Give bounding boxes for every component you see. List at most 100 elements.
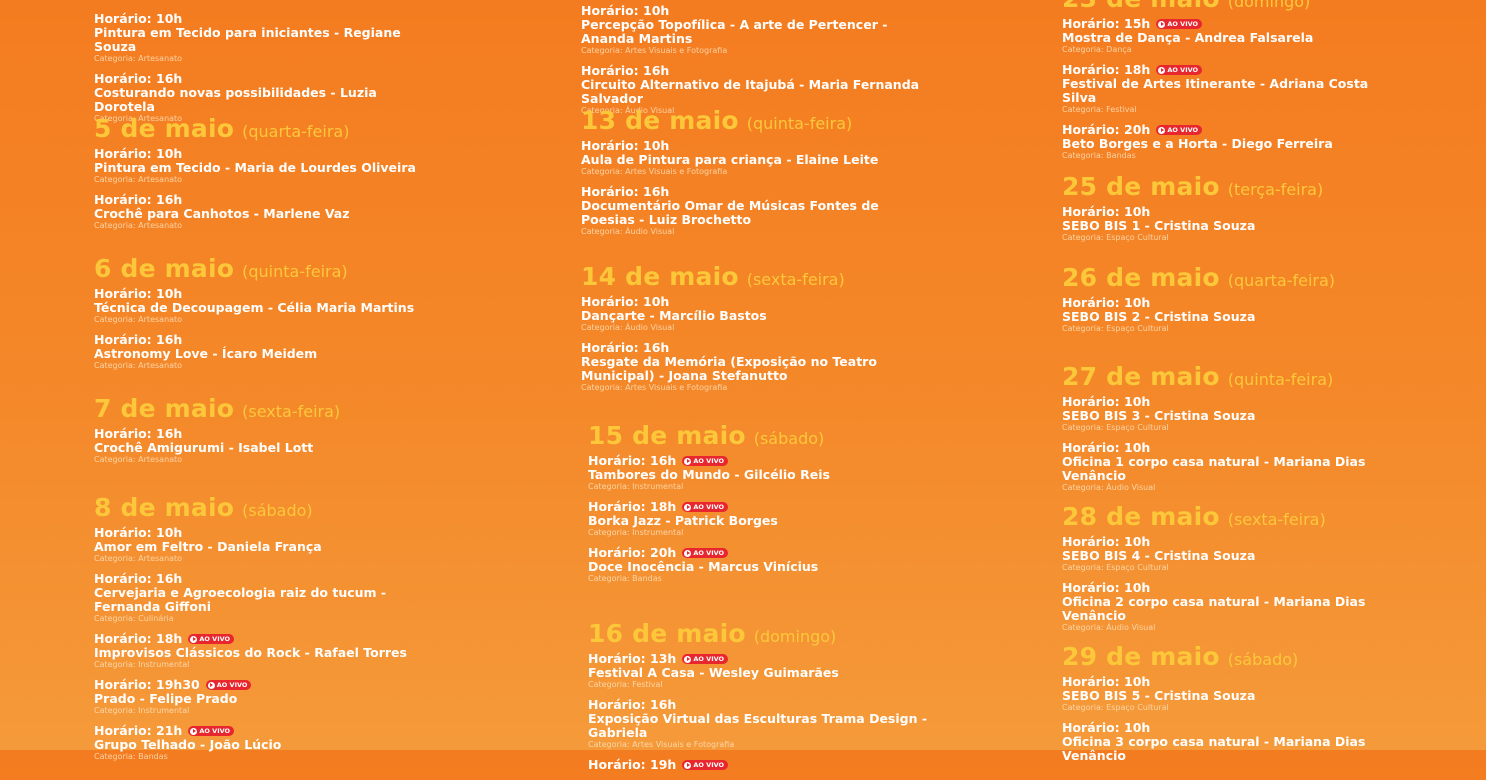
event-category: Categoria: Espaço Cultural [1062, 703, 1169, 712]
event-time: Horário: 18h AO VIVO [1062, 63, 1402, 77]
event-title: Circuito Alternativo de Itajubá - Maria … [581, 77, 920, 106]
day-section: 28 de maio (sexta-feira) Horário: 10h SEBO … [1062, 502, 1402, 641]
event-time-text: Horário: 10h [581, 3, 670, 18]
day-date: 27 de maio [1062, 362, 1220, 391]
day-section: 25 de maio (terça-feira) Horário: 10h SEBO … [1062, 172, 1323, 251]
day-date: 8 de maio [94, 493, 235, 522]
event-time: Horário: 10h [581, 139, 921, 153]
event-item: Horário: 10h Dançarte - Marcílio Bastos Ca… [581, 295, 921, 333]
day-heading: 27 de maio (quinta-feira) [1062, 362, 1402, 391]
event-time: Horário: 10h [581, 4, 921, 18]
day-heading: 7 de maio (sexta-feira) [94, 394, 340, 423]
live-badge: AO VIVO [682, 502, 729, 512]
event-time: Horário: 10h [94, 147, 416, 161]
day-date: 26 de maio [1062, 263, 1220, 292]
event-time: Horário: 16h [94, 427, 340, 441]
event-time-text: Horário: 16h [94, 426, 183, 441]
event-title: Prado - Felipe Prado [94, 691, 238, 706]
play-icon [190, 635, 198, 643]
play-icon [684, 549, 692, 557]
event-time-text: Horário: 21h [94, 723, 183, 738]
event-time: Horário: 16h [588, 698, 928, 712]
event-category: Categoria: Artes Visuais e Fotografia [581, 167, 728, 176]
live-badge-label: AO VIVO [693, 503, 725, 511]
day-section: 15 de maio (sábado) Horário: 16h AO VIVO Tam… [588, 421, 830, 592]
event-time-text: Horário: 16h [588, 453, 677, 468]
event-time-text: Horário: 10h [1062, 394, 1151, 409]
day-weekday: (sábado) [242, 501, 313, 520]
day-date: 29 de maio [1062, 642, 1220, 671]
event-time-text: Horário: 10h [1062, 720, 1151, 735]
event-item: Horário: 10h Pintura em Tecido para inici… [94, 12, 434, 64]
event-category: Categoria: Artes Visuais e Fotografia [581, 46, 728, 55]
live-badge-label: AO VIVO [1167, 126, 1199, 134]
live-badge: AO VIVO [1156, 125, 1203, 135]
event-item: Horário: 10h Técnica de Decoupagem - Céli… [94, 287, 414, 325]
event-time-text: Horário: 10h [1062, 674, 1151, 689]
event-time-text: Horário: 16h [94, 332, 183, 347]
event-title: Dançarte - Marcílio Bastos [581, 308, 767, 323]
live-badge: AO VIVO [682, 654, 729, 664]
event-time-text: Horário: 10h [94, 146, 183, 161]
event-time: Horário: 10h [1062, 296, 1335, 310]
event-title: Amor em Feltro - Daniela França [94, 539, 322, 554]
live-badge: AO VIVO [205, 680, 252, 690]
live-badge-label: AO VIVO [693, 655, 725, 663]
event-time-text: Horário: 16h [581, 340, 670, 355]
event-time: Horário: 10h [1062, 581, 1402, 595]
event-title: SEBO BIS 4 - Cristina Souza [1062, 548, 1256, 563]
event-item: Horário: 16h Resgate da Memória (Exposiçã… [581, 341, 921, 393]
event-category: Categoria: Artesanato [94, 554, 183, 563]
event-category: Categoria: Áudio Visual [581, 323, 675, 332]
event-time: Horário: 10h [1062, 675, 1402, 689]
event-category: Categoria: Espaço Cultural [1062, 563, 1169, 572]
day-section: 14 de maio (sexta-feira) Horário: 10h Dança… [581, 262, 921, 401]
day-section: Horário: 10h Pintura em Tecido para inici… [94, 0, 434, 132]
play-icon [684, 655, 692, 663]
event-item: Horário: 10h Amor em Feltro - Daniela Fra… [94, 526, 434, 564]
event-time-text: Horário: 10h [581, 138, 670, 153]
event-category: Categoria: Áudio Visual [1062, 483, 1156, 492]
event-category: Categoria: Artesanato [94, 221, 183, 230]
event-title: Beto Borges e a Horta - Diego Ferreira [1062, 136, 1333, 151]
event-item: Horário: 10h Percepção Topofílica - A art… [581, 4, 921, 56]
event-category: Categoria: Espaço Cultural [1062, 233, 1169, 242]
event-time-text: Horário: 10h [1062, 534, 1151, 549]
day-weekday: (terça-feira) [1227, 180, 1324, 199]
event-item: Horário: 10h SEBO BIS 4 - Cristina Souza C… [1062, 535, 1402, 573]
event-item: Horário: 10h Oficina 1 corpo casa natural… [1062, 441, 1402, 493]
day-date: 16 de maio [588, 619, 746, 648]
event-category: Categoria: Festival [588, 680, 663, 689]
event-time-text: Horário: 16h [94, 571, 183, 586]
day-date: 7 de maio [94, 394, 235, 423]
event-time-text: Horário: 10h [1062, 580, 1151, 595]
event-time-text: Horário: 10h [94, 286, 183, 301]
event-title: Pintura em Tecido para iniciantes - Regi… [94, 25, 401, 54]
event-time: Horário: 10h [1062, 721, 1402, 735]
event-title: Festival A Casa - Wesley Guimarães [588, 665, 839, 680]
event-time-text: Horário: 10h [94, 11, 183, 26]
event-time: Horário: 16h [94, 72, 434, 86]
event-time: Horário: 16h [581, 64, 921, 78]
event-time: Horário: 20h AO VIVO [588, 546, 830, 560]
play-icon [684, 457, 692, 465]
event-time: Horário: 18h AO VIVO [588, 500, 830, 514]
event-title: Borka Jazz - Patrick Borges [588, 513, 778, 528]
event-category: Categoria: Instrumental [94, 660, 190, 669]
event-item: Horário: 16h AO VIVO Tambores do Mundo - G… [588, 454, 830, 492]
day-section: 13 de maio (quinta-feira) Horário: 10h Aula… [581, 106, 921, 245]
event-item: Horário: 13h AO VIVO Festival A Casa - Wes… [588, 652, 928, 690]
day-section: 27 de maio (quinta-feira) Horário: 10h SEBO… [1062, 362, 1402, 501]
event-item: Horário: 18h AO VIVO Improvisos Clássicos … [94, 632, 434, 670]
event-item: Horário: 10h Pintura em Tecido - Maria de… [94, 147, 416, 185]
event-category: Categoria: Dança [1062, 45, 1132, 54]
event-category: Categoria: Artes Visuais e Fotografia [581, 383, 728, 392]
event-item: Horário: 18h AO VIVO Festival de Artes Iti… [1062, 63, 1402, 115]
day-section: 23 de maio (domingo) Horário: 15h AO VIVO Mo… [1062, 0, 1402, 169]
event-time: Horário: 10h [94, 287, 414, 301]
live-badge-label: AO VIVO [199, 727, 231, 735]
event-time: Horário: 10h [1062, 395, 1402, 409]
event-time: Horário: 16h [94, 333, 414, 347]
event-time: Horário: 10h [1062, 441, 1402, 455]
event-category: Categoria: Bandas [588, 574, 662, 583]
